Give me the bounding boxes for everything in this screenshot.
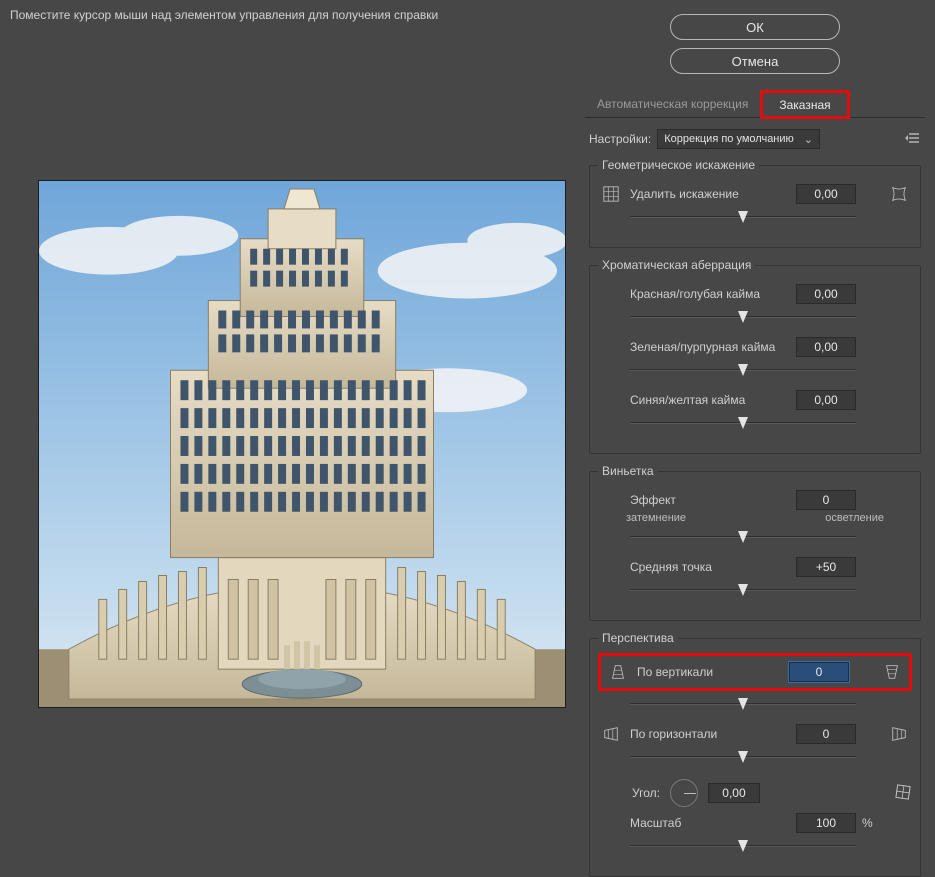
chevron-down-icon: ⌄ bbox=[804, 133, 813, 146]
group-geometric: Геометрическое искажение Удалить искажен… bbox=[589, 158, 921, 248]
green-magenta-value[interactable] bbox=[796, 337, 856, 357]
rotate-grid-icon bbox=[894, 783, 912, 804]
vignette-light-label: осветление bbox=[825, 512, 884, 524]
perspective-horizontal-value[interactable] bbox=[796, 724, 856, 744]
preview-image bbox=[38, 180, 566, 708]
perspective-vertical-label: По вертикали bbox=[637, 665, 783, 679]
blue-yellow-slider[interactable] bbox=[630, 416, 856, 430]
persp-vert-bottom-icon bbox=[879, 663, 905, 681]
angle-value[interactable] bbox=[708, 783, 760, 803]
perspective-legend: Перспектива bbox=[598, 631, 678, 645]
persp-horiz-right-icon bbox=[886, 725, 912, 743]
geometric-legend: Геометрическое искажение bbox=[598, 158, 759, 172]
red-cyan-value[interactable] bbox=[796, 284, 856, 304]
grid-pincushion-icon bbox=[886, 185, 912, 203]
highlight-vertical-row: По вертикали bbox=[598, 653, 912, 691]
blue-yellow-label: Синяя/желтая кайма bbox=[630, 393, 790, 407]
red-cyan-label: Красная/голубая кайма bbox=[630, 287, 790, 301]
persp-vert-top-icon bbox=[605, 663, 631, 681]
hint-text: Поместите курсор мыши над элементом упра… bbox=[10, 8, 575, 22]
grid-barrel-icon bbox=[598, 185, 624, 203]
settings-dropdown[interactable]: Коррекция по умолчанию ⌄ bbox=[657, 129, 820, 149]
scale-value[interactable] bbox=[796, 813, 856, 833]
perspective-vertical-value[interactable] bbox=[789, 662, 849, 682]
remove-distortion-label: Удалить искажение bbox=[630, 187, 790, 201]
vignette-amount-value[interactable] bbox=[796, 490, 856, 510]
chromatic-legend: Хроматическая аберрация bbox=[598, 258, 755, 272]
angle-label: Угол: bbox=[632, 786, 660, 800]
green-magenta-slider[interactable] bbox=[630, 363, 856, 377]
remove-distortion-value[interactable] bbox=[796, 184, 856, 204]
blue-yellow-value[interactable] bbox=[796, 390, 856, 410]
panel-menu-icon[interactable] bbox=[905, 132, 921, 147]
red-cyan-slider[interactable] bbox=[630, 310, 856, 324]
highlight-tab-custom: Заказная bbox=[760, 90, 849, 119]
perspective-vertical-slider[interactable] bbox=[630, 697, 856, 711]
vignette-amount-label: Эффект bbox=[630, 493, 790, 507]
vignette-amount-slider[interactable] bbox=[630, 530, 856, 544]
scale-unit: % bbox=[862, 816, 880, 830]
persp-horiz-left-icon bbox=[598, 725, 624, 743]
perspective-horizontal-slider[interactable] bbox=[630, 750, 856, 764]
settings-value: Коррекция по умолчанию bbox=[664, 133, 794, 145]
group-perspective: Перспектива По вертикали По горизонтали bbox=[589, 631, 921, 877]
group-vignette: Виньетка Эффект затемнение осветление Сре… bbox=[589, 464, 921, 621]
tab-auto[interactable]: Автоматическая коррекция bbox=[585, 92, 760, 117]
vignette-legend: Виньетка bbox=[598, 464, 658, 478]
vignette-dark-label: затемнение bbox=[626, 512, 686, 524]
scale-slider[interactable] bbox=[630, 839, 856, 853]
tab-custom[interactable]: Заказная bbox=[773, 95, 836, 115]
vignette-midpoint-label: Средняя точка bbox=[630, 560, 790, 574]
vignette-midpoint-slider[interactable] bbox=[630, 583, 856, 597]
angle-dial[interactable] bbox=[670, 779, 698, 807]
remove-distortion-slider[interactable] bbox=[630, 210, 856, 224]
perspective-horizontal-label: По горизонтали bbox=[630, 727, 790, 741]
green-magenta-label: Зеленая/пурпурная кайма bbox=[630, 340, 790, 354]
cancel-button[interactable]: Отмена bbox=[670, 48, 840, 74]
scale-label: Масштаб bbox=[630, 816, 790, 830]
tabs: Автоматическая коррекция Заказная bbox=[585, 92, 925, 118]
settings-label: Настройки: bbox=[589, 132, 651, 146]
ok-button[interactable]: ОК bbox=[670, 14, 840, 40]
group-chromatic: Хроматическая аберрация Красная/голубая … bbox=[589, 258, 921, 454]
preview-building-svg bbox=[39, 181, 565, 707]
vignette-midpoint-value[interactable] bbox=[796, 557, 856, 577]
